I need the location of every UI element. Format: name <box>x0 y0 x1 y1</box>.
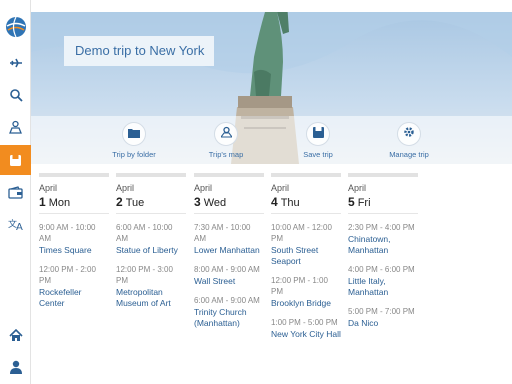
day-date: 2 Tue <box>116 195 145 210</box>
itinerary-time: 12:00 PM - 3:00 PM <box>116 265 173 285</box>
saved-folder-icon <box>9 154 22 167</box>
itinerary-item[interactable]: 10:00 AM - 12:00 PM South Street Seaport <box>271 222 341 267</box>
itinerary-item[interactable]: 12:00 PM - 3:00 PM Metropolitan Museum o… <box>116 264 186 309</box>
itinerary-time: 9:00 AM - 10:00 AM <box>39 223 96 243</box>
itinerary-place-link[interactable]: Brooklyn Bridge <box>271 298 341 309</box>
user-profile-icon <box>9 360 23 374</box>
itinerary-item[interactable]: 8:00 AM - 9:00 AM Wall Street <box>194 264 264 287</box>
save-disk-icon <box>312 125 324 143</box>
trip-by-folder-button[interactable]: Trip by folder <box>94 122 174 159</box>
itinerary-place-link[interactable]: Trinity Church (Manhattan) <box>194 307 264 329</box>
trip-by-folder-label: Trip by folder <box>112 150 156 159</box>
itinerary-time: 4:00 PM - 6:00 PM <box>348 265 415 274</box>
gear-icon <box>403 125 415 143</box>
sidebar-item-saved-trips[interactable] <box>0 145 31 175</box>
trip-toolbar: Trip by folder Trip's map Save trip Mana… <box>31 116 512 164</box>
save-trip-label: Save trip <box>303 150 333 159</box>
day-month: April <box>116 183 135 193</box>
folder-icon <box>128 125 140 143</box>
itinerary-item[interactable]: 12:00 PM - 2:00 PM Rockefeller Center <box>39 264 109 309</box>
ticket-wallet-icon <box>8 185 23 199</box>
itinerary-place-link[interactable]: Wall Street <box>194 276 264 287</box>
map-pin-icon <box>219 125 233 143</box>
itinerary-place-link[interactable]: Metropolitan Museum of Art <box>116 287 186 309</box>
day-date: 3 Wed <box>194 195 227 210</box>
itinerary-time: 2:30 PM - 4:00 PM <box>348 223 415 232</box>
manage-trip-button[interactable]: Manage trip <box>369 122 449 159</box>
day-column: April 1 Mon 9:00 AM - 10:00 AM Times Squa… <box>39 173 109 309</box>
itinerary-item[interactable]: 9:00 AM - 10:00 AM Times Square <box>39 222 109 256</box>
day-month: April <box>348 183 367 193</box>
itinerary-time: 10:00 AM - 12:00 PM <box>271 223 332 243</box>
sidebar-item-explore[interactable] <box>0 112 31 142</box>
trip-title: Demo trip to New York <box>64 36 215 66</box>
day-date: 4 Thu <box>271 195 300 210</box>
sidebar-item-translate[interactable]: 文A <box>0 209 31 239</box>
app-logo-globe-icon <box>4 15 28 39</box>
itinerary-time: 7:30 AM - 10:00 AM <box>194 223 251 243</box>
trips-map-button[interactable]: Trip's map <box>186 122 266 159</box>
day-date: 1 Mon <box>39 195 71 210</box>
day-column: April 3 Wed 7:30 AM - 10:00 AM Lower Manh… <box>194 173 264 329</box>
sidebar: 文A <box>0 0 31 384</box>
itinerary-time: 6:00 AM - 10:00 AM <box>116 223 173 243</box>
itinerary-place-link[interactable]: New York City Hall <box>271 329 341 340</box>
day-month: April <box>271 183 290 193</box>
sidebar-item-bookings[interactable] <box>0 177 31 207</box>
itinerary-place-link[interactable]: South Street Seaport <box>271 245 341 267</box>
map-person-icon <box>8 120 23 134</box>
day-month: April <box>39 183 58 193</box>
itinerary-place-link[interactable]: Rockefeller Center <box>39 287 109 309</box>
home-icon <box>8 328 23 342</box>
sidebar-item-profile[interactable] <box>0 352 31 382</box>
itinerary-place-link[interactable]: Lower Manhattan <box>194 245 264 256</box>
itinerary-place-link[interactable]: Times Square <box>39 245 109 256</box>
itinerary-item[interactable]: 4:00 PM - 6:00 PM Little Italy, Manhatta… <box>348 264 418 298</box>
sidebar-item-flights[interactable] <box>0 48 31 78</box>
manage-trip-label: Manage trip <box>389 150 429 159</box>
itinerary-time: 12:00 PM - 2:00 PM <box>39 265 96 285</box>
day-column: April 4 Thu 10:00 AM - 12:00 PM South Str… <box>271 173 341 340</box>
itinerary-item[interactable]: 6:00 AM - 9:00 AM Trinity Church (Manhat… <box>194 295 264 329</box>
search-icon <box>9 88 23 102</box>
itinerary-place-link[interactable]: Little Italy, Manhattan <box>348 276 418 298</box>
day-month: April <box>194 183 213 193</box>
itinerary-time: 5:00 PM - 7:00 PM <box>348 307 415 316</box>
trips-map-label: Trip's map <box>208 150 244 159</box>
sidebar-item-home[interactable] <box>0 320 31 350</box>
itinerary-item[interactable]: 5:00 PM - 7:00 PM Da Nico <box>348 306 418 329</box>
itinerary-time: 12:00 PM - 1:00 PM <box>271 276 328 296</box>
itinerary-time: 1:00 PM - 5:00 PM <box>271 318 338 327</box>
svg-text:A: A <box>16 222 23 231</box>
itinerary-item[interactable]: 1:00 PM - 5:00 PM New York City Hall <box>271 317 341 340</box>
save-trip-button[interactable]: Save trip <box>278 122 358 159</box>
itinerary-place-link[interactable]: Da Nico <box>348 318 418 329</box>
day-column: April 2 Tue 6:00 AM - 10:00 AM Statue of … <box>116 173 186 309</box>
day-column: April 5 Fri 2:30 PM - 4:00 PM Chinatown, … <box>348 173 418 329</box>
itinerary-time: 8:00 AM - 9:00 AM <box>194 265 260 274</box>
itinerary-item[interactable]: 2:30 PM - 4:00 PM Chinatown, Manhattan <box>348 222 418 256</box>
itinerary-place-link[interactable]: Chinatown, Manhattan <box>348 234 418 256</box>
itinerary-place-link[interactable]: Statue of Liberty <box>116 245 186 256</box>
translate-icon: 文A <box>8 217 24 231</box>
itinerary-time: 6:00 AM - 9:00 AM <box>194 296 260 305</box>
app-logo[interactable] <box>0 12 31 42</box>
itinerary-item[interactable]: 7:30 AM - 10:00 AM Lower Manhattan <box>194 222 264 256</box>
itinerary-item[interactable]: 6:00 AM - 10:00 AM Statue of Liberty <box>116 222 186 256</box>
itinerary-item[interactable]: 12:00 PM - 1:00 PM Brooklyn Bridge <box>271 275 341 309</box>
airplane-icon <box>9 56 23 70</box>
day-date: 5 Fri <box>348 195 371 210</box>
sidebar-item-search[interactable] <box>0 80 31 110</box>
